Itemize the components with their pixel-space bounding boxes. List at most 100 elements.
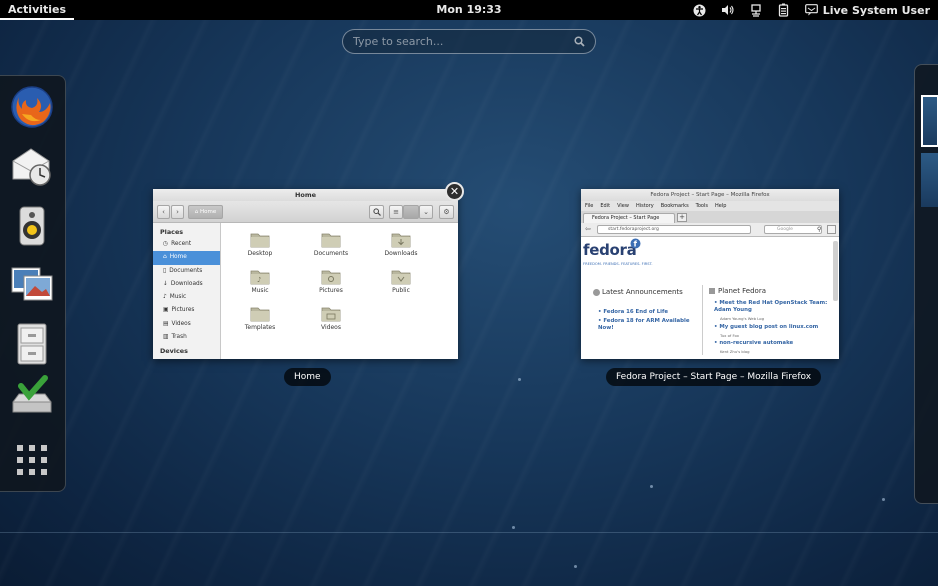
svg-text:♪: ♪ bbox=[257, 276, 261, 284]
planet-post-link[interactable]: • My guest blog post on linux.com bbox=[714, 324, 832, 331]
settings-button[interactable]: ⚙ bbox=[439, 205, 454, 219]
places-header: Places bbox=[160, 228, 184, 236]
sidebar-item-label: Pictures bbox=[171, 307, 195, 314]
sidebar-item-downloads[interactable]: ↓ Downloads bbox=[153, 278, 220, 291]
search-input[interactable] bbox=[353, 35, 574, 48]
url-bar[interactable]: start.fedoraproject.org bbox=[597, 225, 751, 234]
sidebar-item-label: Downloads bbox=[170, 280, 203, 287]
path-home-button[interactable]: ⌂ Home bbox=[188, 205, 223, 219]
sidebar-item-music[interactable]: ♪ Music bbox=[153, 291, 220, 304]
search-button[interactable] bbox=[369, 205, 384, 219]
sidebar-item-videos[interactable]: ▤ Videos bbox=[153, 318, 220, 331]
background-divider bbox=[0, 532, 938, 533]
files-sidebar: Places ◷ Recent ⌂ Home ▯ Documents ↓ Downloa… bbox=[153, 223, 221, 359]
sidebar-item-label: Home bbox=[169, 254, 187, 261]
folder-icon bbox=[321, 231, 341, 248]
clock-icon: ◷ bbox=[163, 241, 169, 247]
sidebar-item-home[interactable]: ⌂ Home bbox=[153, 251, 220, 265]
evolution-mail-icon[interactable] bbox=[9, 143, 55, 189]
folder-documents[interactable]: Documents bbox=[301, 231, 361, 257]
announcement-label: Fedora 18 for ARM Available Now! bbox=[598, 318, 690, 331]
window-preview-firefox[interactable]: Fedora Project – Start Page – Mozilla Fi… bbox=[581, 189, 839, 359]
menu-edit[interactable]: Edit bbox=[600, 201, 610, 211]
back-icon[interactable]: ⇦ bbox=[585, 225, 591, 234]
folder-label: Videos bbox=[321, 324, 341, 331]
sidebar-item-label: Trash bbox=[171, 334, 187, 341]
sidebar-item-label: Music bbox=[169, 294, 187, 301]
rhythmbox-icon[interactable] bbox=[9, 203, 55, 249]
announcements-heading: Latest Announcements bbox=[602, 288, 683, 296]
sidebar-item-documents[interactable]: ▯ Documents bbox=[153, 265, 220, 278]
menu-tools[interactable]: Tools bbox=[696, 201, 708, 211]
menu-view[interactable]: View bbox=[617, 201, 629, 211]
folder-templates[interactable]: Templates bbox=[230, 305, 290, 331]
forward-button[interactable]: › bbox=[171, 205, 184, 219]
planet-post-link[interactable]: • non-recursive automake bbox=[714, 340, 832, 347]
user-menu[interactable]: Live System User bbox=[805, 3, 930, 17]
folder-label: Templates bbox=[244, 324, 276, 331]
folder-desktop[interactable]: Desktop bbox=[230, 231, 290, 257]
search-entry[interactable] bbox=[342, 29, 596, 54]
files-view: Desktop Documents Downloads ♪ Music Pict… bbox=[222, 223, 458, 359]
folder-downloads[interactable]: Downloads bbox=[371, 231, 431, 257]
folder-public[interactable]: Public bbox=[371, 268, 431, 294]
battery-icon[interactable] bbox=[777, 3, 791, 17]
sidebar-item-trash[interactable]: ▥ Trash bbox=[153, 331, 220, 344]
planet-post-source: Tux of Fox bbox=[720, 333, 739, 338]
trash-icon: ▥ bbox=[163, 334, 169, 341]
back-button[interactable]: ‹ bbox=[157, 205, 170, 219]
workspace-2[interactable] bbox=[921, 153, 938, 207]
announcement-link[interactable]: • Fedora 18 for ARM Available Now! bbox=[598, 318, 693, 331]
planet-post-title: Meet the Red Hat OpenStack Team: Adam Yo… bbox=[714, 300, 828, 313]
web-search-field[interactable]: Google bbox=[764, 225, 822, 234]
home-icon: ⌂ bbox=[194, 209, 199, 215]
folder-music[interactable]: ♪ Music bbox=[230, 268, 290, 294]
folder-icon bbox=[250, 305, 270, 322]
show-applications-icon[interactable] bbox=[9, 437, 55, 483]
window-caption-home[interactable]: Home bbox=[284, 368, 331, 386]
browser-tab[interactable]: Fedora Project – Start Page bbox=[583, 213, 675, 223]
shotwell-icon[interactable] bbox=[9, 262, 55, 308]
user-name: Live System User bbox=[822, 3, 930, 17]
planet-post-link[interactable]: • Meet the Red Hat OpenStack Team: Adam … bbox=[714, 300, 832, 313]
menu-help[interactable]: Help bbox=[715, 201, 726, 211]
volume-icon[interactable] bbox=[721, 3, 735, 17]
workspace-1[interactable] bbox=[921, 95, 938, 147]
web-page: fedora f FREEDOM. FRIENDS. FEATURES. FIRS… bbox=[581, 237, 839, 359]
view-options-button[interactable]: ⌄ bbox=[419, 205, 433, 219]
toolbar-menu-button[interactable] bbox=[827, 225, 836, 234]
clock-label[interactable]: Mon 19:33 bbox=[436, 3, 501, 16]
menu-bookmarks[interactable]: Bookmarks bbox=[661, 201, 689, 211]
network-icon[interactable] bbox=[749, 3, 763, 17]
firefox-icon[interactable] bbox=[9, 84, 55, 130]
close-window-button[interactable]: ✕ bbox=[445, 182, 464, 201]
sidebar-item-pictures[interactable]: ▣ Pictures bbox=[153, 304, 220, 317]
search-icon bbox=[574, 32, 585, 51]
list-view-button[interactable]: ≡ bbox=[389, 205, 403, 219]
window-preview-files[interactable]: Home ‹ › ⌂ Home ≡ ⌄ ⚙ Places ◷ Recent ⌂ Ho… bbox=[153, 189, 458, 359]
info-icon bbox=[593, 289, 600, 296]
folder-pictures[interactable]: Pictures bbox=[301, 268, 361, 294]
folder-label: Public bbox=[392, 287, 410, 294]
window-caption-firefox[interactable]: Fedora Project – Start Page – Mozilla Fi… bbox=[606, 368, 822, 386]
new-tab-button[interactable]: + bbox=[677, 213, 687, 222]
sidebar-item-recent[interactable]: ◷ Recent bbox=[153, 238, 220, 251]
activities-button[interactable]: Activities bbox=[0, 0, 75, 20]
grid-view-button[interactable] bbox=[403, 205, 419, 219]
firefox-tabbar: Fedora Project – Start Page + bbox=[581, 211, 839, 223]
search-icon[interactable]: ⚲ bbox=[817, 225, 821, 234]
devices-header: Devices bbox=[160, 347, 188, 356]
firefox-navbar: ⇦ start.fedoraproject.org Google ⚲ bbox=[581, 223, 839, 237]
menu-file[interactable]: File bbox=[585, 201, 593, 211]
scrollbar[interactable] bbox=[833, 241, 838, 301]
system-tray: Live System User bbox=[693, 0, 930, 20]
folder-videos[interactable]: Videos bbox=[301, 305, 361, 331]
fedora-logo[interactable]: fedora f bbox=[583, 238, 641, 259]
accessibility-icon[interactable] bbox=[693, 3, 707, 17]
window-title: Fedora Project – Start Page – Mozilla Fi… bbox=[581, 189, 839, 201]
announcement-link[interactable]: • Fedora 16 End of Life bbox=[598, 309, 698, 316]
install-to-hard-drive-icon[interactable] bbox=[9, 374, 55, 420]
files-icon[interactable] bbox=[9, 321, 55, 367]
document-icon: ▯ bbox=[163, 267, 167, 274]
menu-history[interactable]: History bbox=[636, 201, 654, 211]
